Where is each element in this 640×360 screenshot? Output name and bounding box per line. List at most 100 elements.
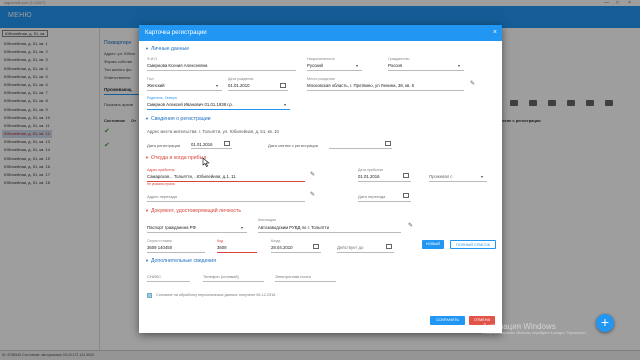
chevron-down-icon: ▼ — [145, 116, 149, 121]
calendar-icon[interactable] — [386, 244, 392, 249]
arrival-address-field[interactable]: Самарская... Тольятти, ..Юбилейная, д.1,… — [147, 174, 302, 179]
when-field[interactable]: 28.04.2010 — [271, 245, 306, 250]
birth-date-underline — [228, 90, 288, 91]
citizenship-select[interactable]: Россия — [388, 63, 448, 68]
phone-field[interactable]: Телефон (сотовый) — [203, 274, 239, 279]
citizenship-label: Гражданство — [388, 57, 410, 61]
issued-by-field[interactable]: Автозаводским РУВД по г. Тольятти — [258, 225, 378, 230]
parent-label: Родитель, Опекун — [147, 96, 177, 100]
chevron-down-icon: ▼ — [145, 155, 149, 160]
close-icon[interactable]: × — [493, 25, 497, 41]
consent-label: Согласие на обработку персональных данны… — [156, 293, 276, 297]
chevron-down-icon: ▼ — [145, 46, 149, 51]
arrival-error-hint: Не указана страна — [147, 182, 175, 186]
nationality-select[interactable]: Русский — [307, 63, 351, 68]
save-button[interactable]: СОХРАНИТЬ — [430, 316, 465, 325]
watermark-subtitle: Чтобы активировать Windows, перейдите в … — [482, 331, 588, 335]
pencil-icon[interactable]: ✎ — [310, 171, 315, 178]
calendar-icon[interactable] — [224, 141, 230, 146]
nationality-underline — [307, 70, 362, 71]
phone-underline — [203, 281, 264, 282]
pencil-icon[interactable]: ✎ — [310, 191, 315, 198]
section-document[interactable]: ▼ Документ, удостоверяющий личность — [145, 208, 241, 214]
section-extra[interactable]: ▼ Дополнительные сведения — [145, 258, 216, 264]
dropdown-arrow-icon: ▾ — [216, 83, 219, 88]
dialog-header: Карточка регистрации × — [139, 25, 502, 41]
calendar-icon[interactable] — [280, 83, 286, 88]
add-fab-button[interactable]: + — [596, 314, 614, 332]
series-label: Серия и номер — [147, 239, 173, 243]
section-personal-title: Личные данные — [150, 46, 190, 52]
new-document-button[interactable]: НОВЫЙ — [422, 240, 444, 249]
move-date-label: Дата переезда — [358, 194, 386, 199]
move-date-underline — [358, 201, 411, 202]
move-address-label: Адрес переезда — [147, 194, 177, 199]
registration-dialog: Карточка регистрации × ▼ Личные данные Ф.… — [139, 25, 502, 333]
arrival-date-label: Дата прибытия — [358, 168, 384, 172]
issued-by-label: Кем выдан — [258, 218, 277, 222]
unreg-date-underline — [329, 148, 392, 149]
code-label: Код — [217, 239, 224, 243]
issued-by-underline — [258, 232, 401, 233]
birth-place-field[interactable]: Московская область, г. Протвино, ул Лени… — [307, 83, 462, 88]
calendar-icon[interactable] — [313, 244, 319, 249]
arrival-date-underline — [358, 181, 411, 182]
valid-until-field[interactable]: Действует до — [337, 245, 367, 250]
parent-underline — [147, 109, 290, 110]
mouse-cursor-icon — [202, 157, 210, 167]
full-list-button[interactable]: ПОЛНЫЙ СПИСОК — [450, 240, 496, 249]
unreg-date-label: Дата снятия с регистрации — [268, 143, 318, 148]
dropdown-arrow-icon: ▾ — [356, 63, 359, 68]
fio-field[interactable]: Смирнова Ксения Алексеевна — [147, 63, 287, 68]
fio-underline — [147, 70, 296, 71]
calendar-icon[interactable] — [385, 141, 391, 146]
birth-date-label: Дата рождения — [228, 77, 254, 81]
calendar-icon[interactable] — [403, 193, 409, 198]
watermark-title: Активация Windows — [482, 322, 556, 331]
birth-place-label: Место рождения — [307, 77, 335, 81]
doc-type-select[interactable]: Паспорт гражданина РФ — [147, 225, 217, 230]
when-label: Когда — [271, 239, 281, 243]
snils-field[interactable]: СНИЛС — [147, 274, 161, 279]
pencil-icon[interactable]: ✎ — [470, 80, 475, 87]
section-personal[interactable]: ▼ Личные данные — [145, 46, 189, 52]
arrival-date-field[interactable]: 01.01.2016 — [358, 174, 398, 179]
gender-select[interactable]: Женский — [147, 83, 207, 88]
gender-underline — [147, 90, 222, 91]
code-underline — [217, 252, 257, 253]
reg-date-label: Дата регистрации — [147, 143, 181, 148]
dropdown-arrow-icon: ▾ — [481, 174, 484, 179]
code-field[interactable]: 3609 — [217, 245, 237, 250]
section-arrival-title: Откуда и когда прибыл — [150, 155, 207, 161]
series-field[interactable]: 3609 140450 — [147, 245, 187, 250]
email-field[interactable]: Электронная почта — [275, 274, 311, 279]
section-arrival[interactable]: ▼ Откуда и когда прибыл — [145, 155, 206, 161]
registration-address: Адрес места жительства: г. Тольятти, ул.… — [147, 129, 279, 134]
snils-underline — [147, 281, 190, 282]
chevron-down-icon: ▼ — [145, 258, 149, 263]
move-address-underline — [147, 201, 305, 202]
pencil-icon[interactable]: ✎ — [408, 222, 413, 229]
section-registration-title: Сведения о регистрации — [150, 116, 211, 122]
birth-date-field[interactable]: 01.01.2010 — [228, 83, 278, 88]
parent-select[interactable]: Смирнов Алексей Иванович 01.01.1938 г.р. — [147, 102, 282, 107]
reg-date-underline — [191, 148, 232, 149]
windows-activation-watermark: Активация Windows Чтобы активировать Win… — [482, 322, 588, 335]
fio-label: Ф.И.О — [147, 57, 158, 61]
email-underline — [275, 281, 336, 282]
arrival-address-label: Адрес прибытия — [147, 168, 175, 172]
section-registration[interactable]: ▼ Сведения о регистрации — [145, 116, 211, 122]
arrived-with-select[interactable]: Прожевал с — [429, 174, 464, 179]
doc-type-underline — [147, 232, 247, 233]
dropdown-arrow-icon: ▾ — [241, 225, 244, 230]
dropdown-arrow-icon: ▾ — [458, 63, 461, 68]
calendar-icon[interactable] — [403, 173, 409, 178]
nationality-label: Национальность — [307, 57, 335, 61]
consent-checkbox[interactable] — [147, 293, 152, 298]
dropdown-arrow-icon: ▾ — [284, 102, 287, 107]
section-document-title: Документ, удостоверяющий личность — [150, 208, 242, 214]
reg-date-field[interactable]: 01.01.2016 — [191, 142, 221, 147]
gender-label: Пол — [147, 77, 154, 81]
citizenship-underline — [388, 70, 464, 71]
series-underline — [147, 252, 205, 253]
